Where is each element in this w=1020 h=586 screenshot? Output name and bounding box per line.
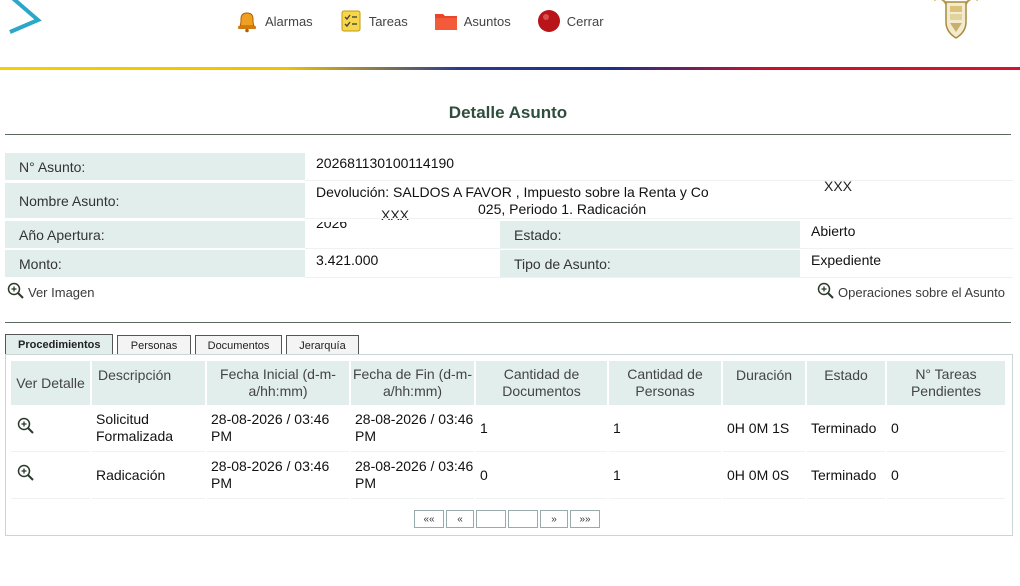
ver-detalle-cell (11, 452, 90, 499)
divider (5, 322, 1011, 323)
fecha-fin-cell: 28-08-2026 / 03:46 PM (351, 405, 474, 452)
main-nav: Alarmas Tareas Asuntos Cerrar (235, 9, 630, 33)
personas-cell: 1 (609, 405, 721, 452)
close-session-icon (537, 10, 560, 32)
task-list-icon (341, 10, 361, 32)
alarm-bell-icon (238, 12, 256, 33)
table-row: Radicación 28-08-2026 / 03:46 PM 28-08-2… (11, 452, 1005, 499)
pendientes-cell: 0 (887, 452, 1005, 499)
nav-alarmas-label: Alarmas (265, 13, 313, 29)
nav-cerrar-label: Cerrar (566, 13, 604, 29)
duracion-cell: 0H 0M 1S (723, 405, 805, 452)
column-header: Fecha de Fin (d-m-a/hh:mm) (351, 361, 474, 405)
documentos-cell: 0 (476, 452, 607, 499)
estado-cell: Terminado (807, 452, 885, 499)
zoom-in-icon[interactable] (17, 464, 35, 482)
pendientes-cell: 0 (887, 405, 1005, 452)
divider (305, 218, 1013, 219)
column-header: Fecha Inicial (d-m-a/hh:mm) (207, 361, 349, 405)
nombre-asunto-line1: Devolución: SALDOS A FAVOR , Impuesto so… (316, 184, 709, 200)
column-header: Cantidad de Personas (609, 361, 721, 405)
tipo-asunto-label: Tipo de Asunto: (500, 250, 800, 277)
coat-of-arms-icon (934, 0, 978, 39)
monto-value: 3.421.000 (316, 252, 379, 268)
last-page-button[interactable]: »» (570, 510, 600, 528)
divider (305, 277, 1013, 278)
fecha-inicial-cell: 28-08-2026 / 03:46 PM (207, 405, 349, 452)
ver-detalle-cell (11, 405, 90, 452)
tab-personas[interactable]: Personas (117, 335, 191, 355)
estado-value: Abierto (811, 223, 856, 239)
table-row: Solicitud Formalizada 28-08-2026 / 03:46… (11, 405, 1005, 452)
next-page-button[interactable]: » (540, 510, 568, 528)
anio-apertura-value: 2026 (316, 222, 347, 232)
column-header: Descripción (92, 361, 205, 405)
folder-icon (434, 14, 457, 30)
redacted-text: XXX (381, 207, 410, 223)
column-header: Estado (807, 361, 885, 405)
column-header-text: Duración (735, 366, 793, 383)
descripcion-cell: Radicación (92, 452, 205, 499)
nav-tareas[interactable]: Tareas (339, 9, 408, 33)
page-title: Detalle Asunto (448, 103, 568, 122)
procedimientos-table: Ver Detalle Descripción Fecha Inicial (d… (9, 361, 1007, 499)
zoom-in-icon[interactable] (17, 417, 35, 435)
tab-bar: Procedimientos Personas Documentos Jerar… (5, 334, 363, 355)
fecha-fin-cell: 28-08-2026 / 03:46 PM (351, 452, 474, 499)
estado-label: Estado: (500, 221, 800, 248)
anio-apertura-text: 2026 (316, 222, 348, 231)
personas-cell: 1 (609, 452, 721, 499)
top-header: Alarmas Tareas Asuntos Cerrar (0, 0, 1020, 67)
column-header: N° Tareas Pendientes (887, 361, 1005, 405)
tab-documentos[interactable]: Documentos (195, 335, 282, 355)
tab-procedimientos[interactable]: Procedimientos (5, 334, 113, 355)
monto-label: Monto: (5, 250, 305, 277)
descripcion-cell: Solicitud Formalizada (92, 405, 205, 452)
divider (5, 134, 1011, 135)
ver-imagen-label: Ver Imagen (28, 285, 95, 300)
numero-asunto-value: 202681130100114190 (316, 155, 455, 171)
page-input[interactable] (476, 510, 506, 528)
operaciones-link[interactable]: Operaciones sobre el Asunto (817, 282, 1005, 300)
tipo-asunto-value: Expediente (811, 252, 882, 268)
estado-cell: Terminado (807, 405, 885, 452)
zoom-in-icon (817, 282, 834, 299)
divider (305, 180, 1013, 181)
nav-asuntos[interactable]: Asuntos (434, 9, 511, 33)
numero-asunto-label: N° Asunto: (5, 153, 305, 180)
operaciones-label: Operaciones sobre el Asunto (838, 285, 1005, 300)
table-header-row: Ver Detalle Descripción Fecha Inicial (d… (11, 361, 1005, 405)
first-page-button[interactable]: «« (414, 510, 444, 528)
divider (305, 248, 1013, 249)
logo-icon (9, 0, 42, 34)
tab-jerarquia[interactable]: Jerarquía (286, 335, 359, 355)
page-count (508, 510, 538, 528)
procedimientos-panel: Ver Detalle Descripción Fecha Inicial (d… (5, 354, 1013, 536)
nav-alarmas[interactable]: Alarmas (235, 9, 313, 33)
duracion-cell: 0H 0M 0S (723, 452, 805, 499)
prev-page-button[interactable]: « (446, 510, 474, 528)
nav-asuntos-label: Asuntos (463, 13, 511, 29)
flag-color-bar (0, 67, 1020, 70)
column-header: Ver Detalle (11, 361, 90, 405)
column-header-text: Estado (824, 366, 868, 383)
documentos-cell: 1 (476, 405, 607, 452)
pagination: «« « » »» (414, 510, 602, 528)
zoom-in-icon (7, 282, 24, 299)
column-header: Duración (723, 361, 805, 405)
column-header: Cantidad de Documentos (476, 361, 607, 405)
anio-apertura-label: Año Apertura: (5, 221, 305, 248)
nombre-asunto-label: Nombre Asunto: (5, 183, 305, 218)
fecha-inicial-cell: 28-08-2026 / 03:46 PM (207, 452, 349, 499)
nav-cerrar[interactable]: Cerrar (537, 9, 604, 33)
ver-imagen-link[interactable]: Ver Imagen (7, 282, 95, 300)
column-header-text: Descripción (98, 366, 172, 383)
nav-tareas-label: Tareas (368, 13, 408, 29)
nombre-asunto-line2: 025, Periodo 1. Radicación (478, 201, 647, 217)
